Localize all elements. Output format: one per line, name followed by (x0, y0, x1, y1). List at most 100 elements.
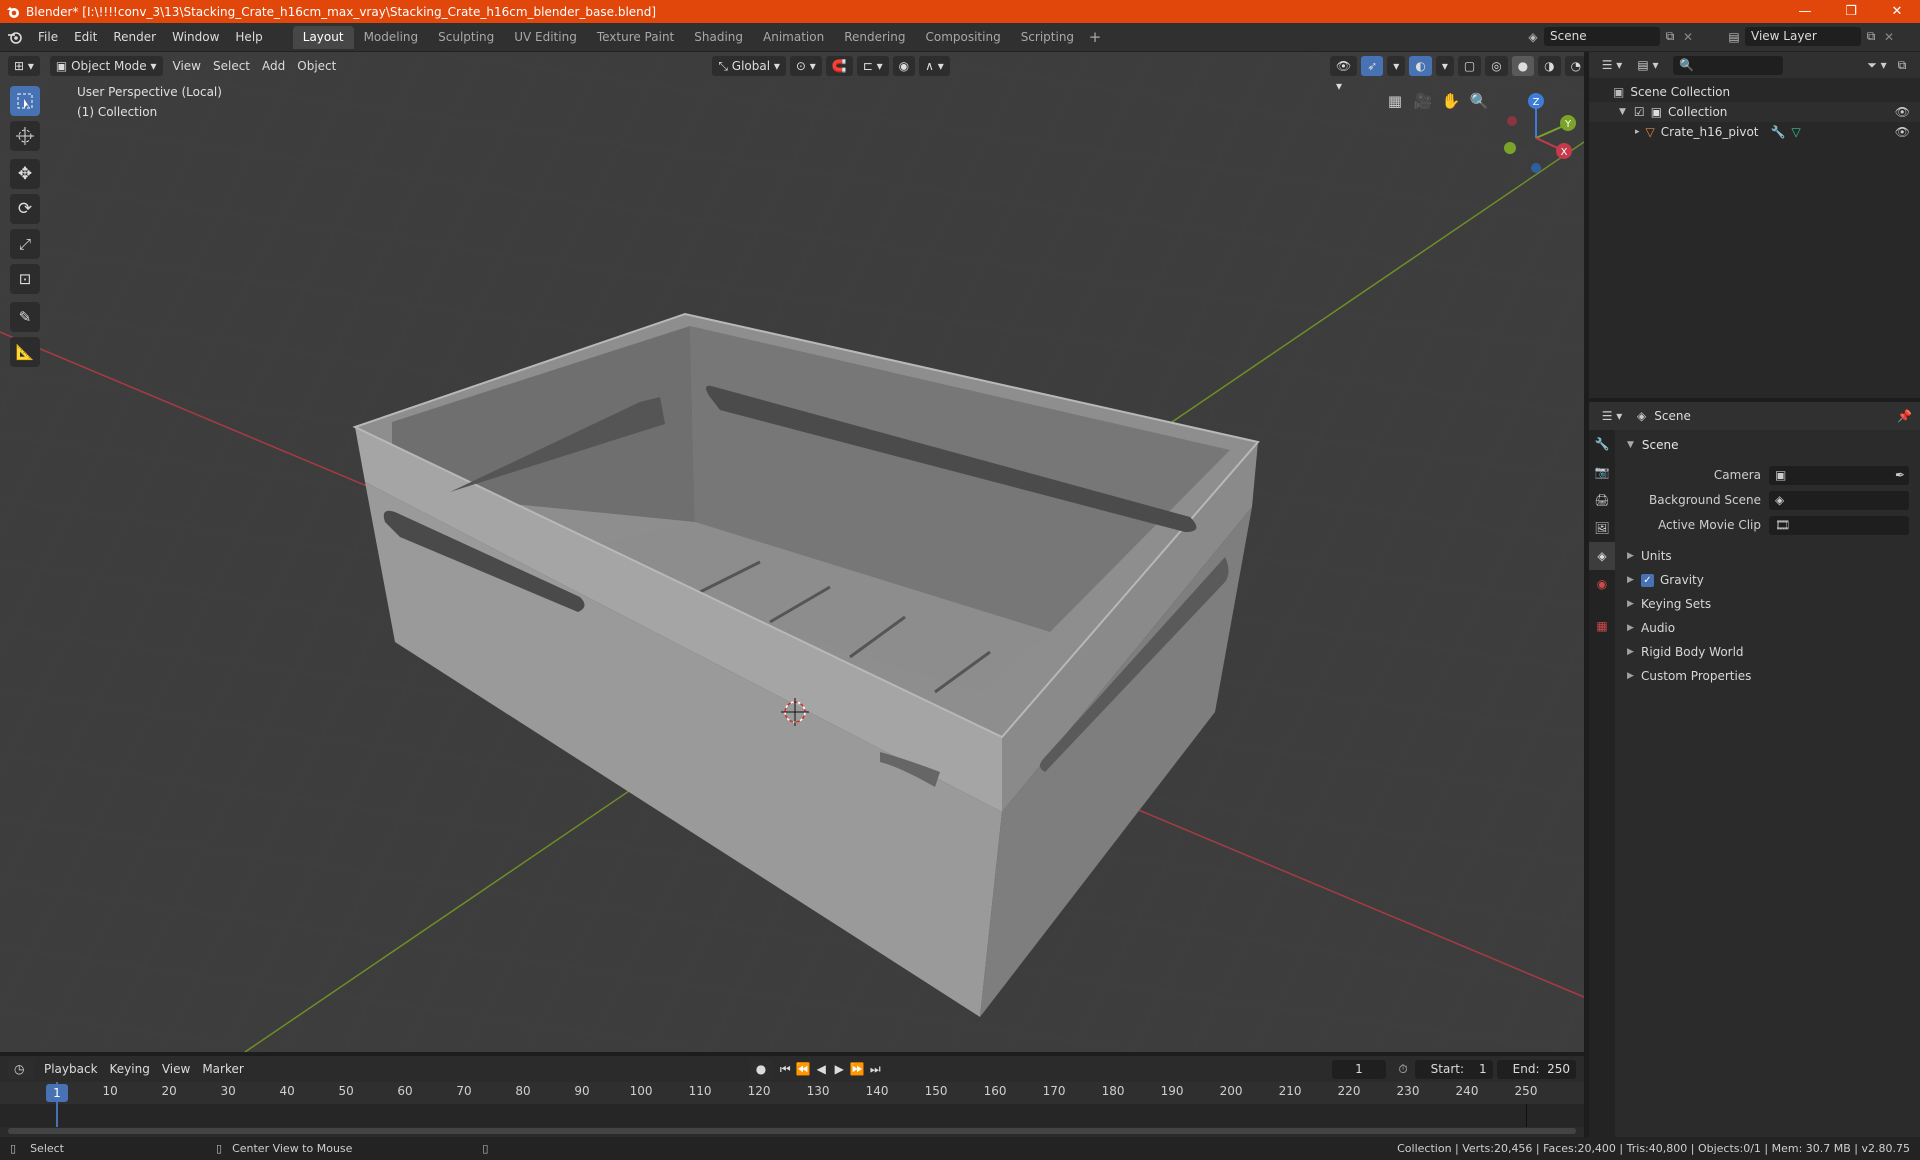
tab-scripting[interactable]: Scripting (1011, 26, 1084, 49)
object-expand-icon[interactable]: ▸ (1635, 122, 1640, 142)
menu-file[interactable]: File (30, 26, 66, 48)
minimize-button[interactable]: — (1782, 0, 1828, 23)
play-icon[interactable]: ▶ (830, 1062, 848, 1076)
tab-sculpting[interactable]: Sculpting (428, 26, 504, 49)
modifier-wrench-icon[interactable]: 🔧 (1771, 122, 1786, 142)
proportional-falloff[interactable]: ∧ ▾ (919, 56, 950, 76)
jump-end-icon[interactable]: ⏭ (866, 1062, 884, 1077)
tab-layout[interactable]: Layout (292, 25, 354, 49)
snap-settings[interactable]: ⊏ ▾ (856, 56, 889, 76)
scale-tool[interactable]: ⤢ (10, 229, 40, 259)
navigation-gizmo[interactable]: Z Y X (1500, 88, 1580, 178)
wireframe-shading-button[interactable]: ◎ (1485, 56, 1508, 76)
solid-shading-button[interactable]: ● (1511, 56, 1535, 76)
select-box-tool[interactable] (10, 86, 40, 116)
next-keyframe-icon[interactable]: ⏩ (848, 1062, 866, 1076)
timeline-menu-marker[interactable]: Marker (196, 1059, 249, 1079)
camera-field[interactable]: ▣ ✒ (1769, 465, 1909, 485)
pan-hand-icon[interactable]: ✋ (1437, 87, 1465, 115)
tab-modeling[interactable]: Modeling (354, 26, 429, 49)
preview-range-clock-icon[interactable]: ⏱ (1396, 1062, 1411, 1077)
outliner-editor-type-icon[interactable]: ☰ ▾ (1597, 58, 1627, 72)
delete-scene-icon[interactable]: ✕ (1680, 30, 1696, 44)
transform-orientation-selector[interactable]: ⤡ Global ▾ (712, 56, 786, 76)
tab-shading[interactable]: Shading (684, 26, 753, 49)
scene-panel-header[interactable]: ▼ Scene (1619, 434, 1917, 456)
grid-view-icon[interactable]: ▦ (1381, 87, 1409, 115)
viewport-menu-object[interactable]: Object (291, 56, 342, 76)
outliner-row-scene-collection[interactable]: ▣ Scene Collection (1589, 82, 1920, 102)
cursor-tool[interactable] (10, 121, 40, 151)
viewport-menu-select[interactable]: Select (207, 56, 256, 76)
scene-tab-icon[interactable]: ◈ (1589, 542, 1615, 570)
menu-window[interactable]: Window (164, 26, 227, 48)
current-frame-field[interactable]: 1 (1332, 1059, 1386, 1079)
custom-properties-panel[interactable]: ▶ Custom Properties (1619, 664, 1917, 688)
rotate-tool[interactable]: ⟳ (10, 194, 40, 224)
maximize-button[interactable]: ❐ (1828, 0, 1874, 23)
gizmo-neg-y-icon[interactable] (1504, 142, 1516, 154)
tab-compositing[interactable]: Compositing (915, 26, 1010, 49)
timeline-menu-view[interactable]: View (156, 1059, 196, 1079)
pivot-point-selector[interactable]: ⊙ ▾ (789, 56, 822, 76)
start-frame-field[interactable]: Start: 1 (1414, 1059, 1493, 1079)
scene-name-field[interactable]: Scene (1544, 27, 1660, 46)
end-frame-field[interactable]: End: 250 (1496, 1059, 1576, 1079)
view-layer-name-field[interactable]: View Layer (1745, 27, 1861, 46)
collection-checkbox-icon[interactable]: ☑ (1634, 102, 1645, 122)
transform-tool[interactable]: ⊡ (10, 264, 40, 294)
gravity-panel[interactable]: ▶ ✓ Gravity (1619, 568, 1917, 592)
scene-selector[interactable]: ◈ Scene ⧉ ✕ (1522, 27, 1696, 46)
outliner-row-collection[interactable]: ▼ ☑ ▣ Collection 👁 (1589, 102, 1920, 122)
display-mode-icon[interactable]: ▤ ▾ (1633, 58, 1663, 72)
gizmo-neg-x-icon[interactable] (1507, 116, 1517, 126)
tool-tab-icon[interactable]: 🔧 (1589, 430, 1615, 458)
rendered-shading-button[interactable]: ◔ (1564, 56, 1584, 76)
timeline-scrollbar[interactable] (8, 1128, 1576, 1134)
timeline-menu-playback[interactable]: Playback ▾ (38, 1059, 104, 1096)
overlays-toggle[interactable]: ◐ (1409, 56, 1432, 76)
camera-view-icon[interactable]: 🎥 (1409, 87, 1437, 115)
area-divider[interactable] (1584, 52, 1589, 1137)
move-tool[interactable]: ✥ (10, 159, 40, 189)
editor-type-button[interactable]: ⊞ ▾ (8, 56, 40, 76)
new-scene-icon[interactable]: ⧉ (1660, 29, 1680, 44)
material-shading-button[interactable]: ◑ (1538, 56, 1561, 76)
proportional-edit-toggle[interactable]: ◉ (892, 56, 916, 76)
background-scene-field[interactable]: ◈ (1769, 490, 1909, 510)
playhead-frame-badge[interactable]: 1 (46, 1084, 68, 1102)
snap-toggle[interactable]: 🧲 (825, 56, 853, 76)
menu-render[interactable]: Render (105, 26, 164, 48)
new-collection-icon[interactable]: ⧉ (1892, 58, 1912, 73)
delete-view-layer-icon[interactable]: ✕ (1881, 30, 1897, 44)
gizmo-toggle[interactable]: ➶ (1361, 56, 1384, 76)
viewport-menu-view[interactable]: View (167, 56, 207, 76)
view-layer-tab-icon[interactable]: 🖼 (1589, 514, 1615, 542)
filter-icon[interactable]: ⏷ ▾ (1862, 58, 1892, 73)
mode-selector[interactable]: ▣ Object Mode ▾ (49, 56, 163, 76)
collection-expand-icon[interactable]: ▼ (1619, 102, 1626, 122)
3d-viewport[interactable]: ⊞ ▾ ▣ Object Mode ▾ View Select Add Object … (0, 52, 1584, 1052)
timeline-track-area[interactable] (0, 1104, 1584, 1127)
eyedropper-icon[interactable]: ✒ (1895, 468, 1905, 482)
prev-keyframe-icon[interactable]: ⏪ (794, 1062, 812, 1076)
menu-help[interactable]: Help (227, 26, 270, 48)
record-button[interactable]: ● (749, 1059, 773, 1079)
properties-editor-type-icon[interactable]: ☰ ▾ (1597, 409, 1627, 423)
tab-texture-paint[interactable]: Texture Paint (587, 26, 684, 49)
zoom-icon[interactable]: 🔍 (1465, 87, 1493, 115)
new-view-layer-icon[interactable]: ⧉ (1861, 29, 1881, 44)
jump-start-icon[interactable]: ⏮ (776, 1062, 794, 1077)
keying-sets-panel[interactable]: ▶ Keying Sets (1619, 592, 1917, 616)
mesh-data-icon[interactable]: ▽ (1791, 122, 1800, 142)
gizmo-dropdown[interactable]: ▾ (1387, 56, 1406, 76)
tab-animation[interactable]: Animation (753, 26, 834, 49)
overlays-dropdown[interactable]: ▾ (1435, 56, 1454, 76)
visibility-selector[interactable]: 👁 ▾ (1330, 56, 1358, 93)
collection-visibility-eye-icon[interactable]: 👁 (1895, 102, 1910, 122)
units-panel[interactable]: ▶ Units (1619, 544, 1917, 568)
rigid-body-world-panel[interactable]: ▶ Rigid Body World (1619, 640, 1917, 664)
xray-toggle[interactable]: ▢ (1457, 56, 1482, 76)
object-visibility-eye-icon[interactable]: 👁 (1895, 122, 1910, 142)
close-button[interactable]: ✕ (1874, 0, 1920, 23)
